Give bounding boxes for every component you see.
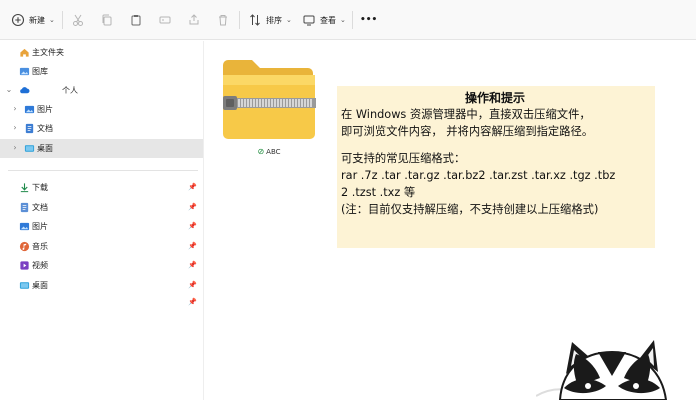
sidebar-divider [8, 170, 198, 171]
music-icon [19, 241, 30, 252]
pin-icon[interactable]: 📌 [188, 203, 197, 211]
tips-line: 2 .tzst .txz 等 [341, 186, 416, 199]
sidebar-item-music[interactable]: 音乐 📌 [0, 237, 203, 256]
tips-spacer [341, 140, 649, 150]
onedrive-cloud-icon [20, 87, 30, 94]
pin-icon[interactable]: 📌 [188, 222, 197, 230]
tips-panel: 操作和提示 在 Windows 资源管理器中，直接双击压缩文件， 即可浏览文件内… [337, 86, 655, 248]
view-icon [303, 15, 315, 26]
delete-button[interactable] [216, 6, 230, 34]
paste-icon [131, 15, 141, 26]
home-icon [20, 48, 29, 57]
pin-icon[interactable]: 📌 [188, 183, 197, 191]
rename-button[interactable] [158, 6, 172, 34]
sidebar-item-label: 桌面 [37, 144, 53, 153]
sidebar-item-home[interactable]: 主文件夹 [0, 43, 203, 62]
sidebar-item-desktop[interactable]: › 桌面 [0, 139, 203, 158]
toolbar-divider [352, 11, 353, 29]
share-icon [189, 14, 199, 25]
sidebar-item-downloads[interactable]: 下载 📌 [0, 178, 203, 197]
pin-icon[interactable]: 📌 [188, 242, 197, 250]
sort-button[interactable]: 排序 ⌄ [248, 6, 292, 34]
zip-folder-item[interactable]: ⊘ ABC [219, 51, 319, 161]
sidebar-item-pictures-quick[interactable]: 图片 📌 [0, 217, 203, 236]
pin-icon[interactable]: 📌 [188, 261, 197, 269]
chevron-right-icon[interactable]: › [11, 123, 19, 132]
copy-button[interactable] [100, 6, 114, 34]
sidebar-item-pictures[interactable]: › 图片 [0, 100, 203, 119]
tips-title: 操作和提示 [464, 91, 525, 105]
sidebar-item-label: 个人 [62, 86, 78, 95]
sort-button-label: 排序 [266, 15, 282, 25]
plus-circle-icon [11, 13, 25, 27]
zip-folder-icon [223, 60, 316, 139]
sort-icon [250, 14, 260, 26]
sidebar-item-label: 图库 [32, 67, 48, 76]
sidebar-item-extra: 📌 [0, 296, 203, 308]
sidebar-item-desktop-quick[interactable]: 桌面 📌 [0, 276, 203, 295]
gallery-icon [19, 67, 30, 76]
sidebar-item-label: 下载 [32, 183, 48, 192]
paste-button[interactable] [129, 6, 143, 34]
chevron-down-icon: ⌄ [286, 16, 292, 24]
desktop-icon [19, 282, 30, 289]
view-button-label: 查看 [320, 15, 336, 25]
sidebar-item-documents-quick[interactable]: 文档 📌 [0, 198, 203, 217]
sidebar-item-label: 文档 [37, 124, 53, 133]
share-button[interactable] [187, 6, 201, 34]
trash-icon [219, 15, 227, 26]
tips-line: (注：目前仅支持解压缩，不支持创建以上压缩格式) [341, 203, 599, 216]
sidebar-item-videos[interactable]: 视频 📌 [0, 256, 203, 275]
chevron-right-icon[interactable]: › [11, 104, 19, 113]
sidebar-item-gallery[interactable]: 图库 [0, 62, 203, 81]
new-button-label: 新建 [29, 15, 45, 25]
chevron-down-icon[interactable]: ⌄ [5, 85, 13, 94]
toolbar-divider [239, 11, 240, 29]
rename-icon [159, 16, 171, 24]
tips-line: 即可浏览文件内容， 并将内容解压缩到指定路径。 [341, 125, 594, 138]
desktop-folder-icon [24, 145, 35, 152]
navigation-pane: 主文件夹 图库 ⌄ 个人 › 图片 › 文档 › 桌面 下载 📌 文档 📌 图片… [0, 41, 204, 400]
sidebar-item-label: 视频 [32, 261, 48, 270]
scissors-icon [73, 14, 83, 26]
sidebar-item-label: 音乐 [32, 242, 48, 251]
chevron-right-icon[interactable]: › [11, 143, 19, 152]
raccoon-mascot-icon [536, 340, 668, 400]
command-bar: 新建 ⌄ 排序 ⌄ 查看 ⌄ ••• [0, 0, 696, 40]
tips-line: rar .7z .tar .tar.gz .tar.bz2 .tar.zst .… [341, 169, 616, 182]
sidebar-item-documents[interactable]: › 文档 [0, 119, 203, 138]
pictures-folder-icon [24, 105, 35, 114]
download-icon [20, 183, 29, 193]
more-options-icon: ••• [360, 15, 378, 25]
tips-line: 在 Windows 资源管理器中，直接双击压缩文件， [341, 108, 591, 121]
sidebar-item-label: 图片 [37, 105, 53, 114]
pin-icon[interactable]: 📌 [188, 281, 197, 289]
tips-line: 可支持的常见压缩格式： [341, 152, 466, 165]
documents-icon [20, 202, 29, 213]
sidebar-item-label: 主文件夹 [32, 48, 64, 57]
copy-icon [102, 14, 112, 26]
pin-icon[interactable]: 📌 [188, 298, 197, 306]
video-icon [20, 261, 29, 270]
sidebar-item-onedrive[interactable]: ⌄ 个人 [0, 81, 203, 100]
file-name-label: ⊘ ABC [219, 147, 319, 156]
sidebar-item-label: 桌面 [32, 281, 48, 290]
documents-folder-icon [25, 123, 34, 134]
new-button[interactable]: 新建 ⌄ [11, 6, 55, 34]
chevron-down-icon: ⌄ [49, 16, 55, 24]
view-button[interactable]: 查看 ⌄ [302, 6, 346, 34]
file-name-text: ABC [266, 148, 281, 156]
more-options-button[interactable]: ••• [360, 6, 377, 34]
cut-button[interactable] [71, 6, 85, 34]
pictures-icon [19, 222, 30, 231]
sync-ok-icon: ⊘ [257, 147, 265, 156]
sidebar-item-label: 图片 [32, 222, 48, 231]
chevron-down-icon: ⌄ [340, 16, 346, 24]
sidebar-item-label: 文档 [32, 203, 48, 212]
toolbar-divider [62, 11, 63, 29]
